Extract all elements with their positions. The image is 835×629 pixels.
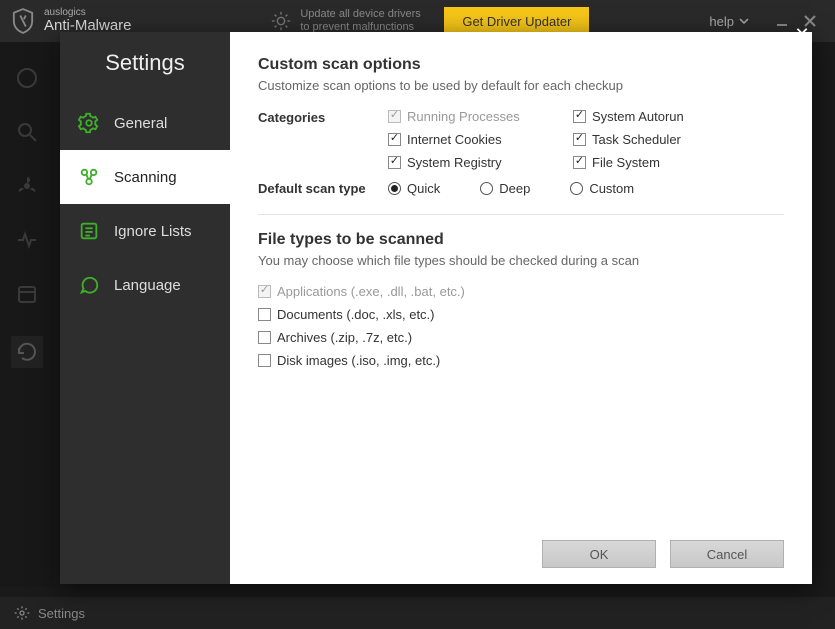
- chk-label: Documents (.doc, .xls, etc.): [277, 307, 435, 322]
- radio-deep[interactable]: Deep: [480, 180, 530, 196]
- filetypes-desc: You may choose which file types should b…: [258, 253, 784, 268]
- nav-label: Scanning: [114, 169, 177, 186]
- chk-label: Task Scheduler: [592, 132, 681, 147]
- nav-general[interactable]: General: [60, 96, 230, 150]
- cancel-button[interactable]: Cancel: [670, 540, 784, 568]
- chk-internet-cookies[interactable]: Internet Cookies: [388, 132, 573, 147]
- chk-label: Running Processes: [407, 109, 520, 124]
- modal-sidebar: Settings General Scanning Ignore Lists L…: [60, 32, 230, 584]
- help-label: help: [709, 14, 734, 29]
- rail-search-icon[interactable]: [15, 120, 39, 144]
- categories-label: Categories: [258, 109, 388, 170]
- ok-button[interactable]: OK: [542, 540, 656, 568]
- update-hint: Update all device drivers to prevent mal…: [270, 8, 430, 34]
- chk-label: Internet Cookies: [407, 132, 502, 147]
- chk-label: Applications (.exe, .dll, .bat, etc.): [277, 284, 465, 299]
- radio-quick[interactable]: Quick: [388, 180, 440, 196]
- statusbar-label: Settings: [38, 606, 85, 621]
- radio-label: Custom: [589, 181, 634, 196]
- help-dropdown[interactable]: help: [709, 14, 749, 29]
- chk-label: File System: [592, 155, 660, 170]
- rail-schedule-icon[interactable]: [15, 282, 39, 306]
- rail-refresh-icon[interactable]: [11, 336, 43, 368]
- nav-ignore-lists[interactable]: Ignore Lists: [60, 204, 230, 258]
- scan-icon: [78, 166, 100, 188]
- sun-icon: [270, 10, 292, 32]
- chevron-down-icon: [739, 18, 749, 24]
- custom-scan-desc: Customize scan options to be used by def…: [258, 78, 784, 93]
- list-icon: [78, 220, 100, 242]
- chk-system-registry[interactable]: System Registry: [388, 155, 573, 170]
- settings-modal: ✕ Settings General Scanning Ignore Lists…: [60, 32, 812, 584]
- rail-status-icon[interactable]: [15, 66, 39, 90]
- filetypes-title: File types to be scanned: [258, 231, 784, 249]
- gear-icon: [14, 605, 30, 621]
- modal-content: Custom scan options Customize scan optio…: [230, 32, 812, 584]
- chk-system-autorun[interactable]: System Autorun: [573, 109, 733, 124]
- main-window: auslogics Anti-Malware Update all device…: [0, 0, 835, 629]
- update-hint-text: Update all device drivers to prevent mal…: [300, 8, 430, 34]
- modal-title: Settings: [60, 32, 230, 96]
- custom-scan-title: Custom scan options: [258, 56, 784, 74]
- chk-label: Disk images (.iso, .img, etc.): [277, 353, 440, 368]
- chk-filetype-documents[interactable]: Documents (.doc, .xls, etc.): [258, 307, 784, 322]
- chk-label: System Autorun: [592, 109, 684, 124]
- left-rail: [0, 42, 54, 587]
- scan-type-label: Default scan type: [258, 180, 388, 196]
- gear-icon: [78, 112, 100, 134]
- chk-running-processes: Running Processes: [388, 109, 573, 124]
- modal-footer: OK Cancel: [542, 540, 784, 568]
- chk-task-scheduler[interactable]: Task Scheduler: [573, 132, 733, 147]
- radio-custom[interactable]: Custom: [570, 180, 634, 196]
- nav-label: General: [114, 115, 167, 132]
- separator: [258, 214, 784, 215]
- app-logo-icon: [12, 8, 34, 34]
- statusbar: Settings: [0, 597, 835, 629]
- chk-filetype-disk-images[interactable]: Disk images (.iso, .img, etc.): [258, 353, 784, 368]
- radio-label: Deep: [499, 181, 530, 196]
- nav-language[interactable]: Language: [60, 258, 230, 312]
- speech-icon: [78, 274, 100, 296]
- rail-hazard-icon[interactable]: [15, 174, 39, 198]
- chk-label: Archives (.zip, .7z, etc.): [277, 330, 412, 345]
- radio-label: Quick: [407, 181, 440, 196]
- chk-filetype-applications: Applications (.exe, .dll, .bat, etc.): [258, 284, 784, 299]
- rail-activity-icon[interactable]: [15, 228, 39, 252]
- chk-file-system[interactable]: File System: [573, 155, 733, 170]
- nav-scanning[interactable]: Scanning: [60, 150, 230, 204]
- nav-label: Ignore Lists: [114, 223, 192, 240]
- chk-label: System Registry: [407, 155, 502, 170]
- nav-label: Language: [114, 277, 181, 294]
- chk-filetype-archives[interactable]: Archives (.zip, .7z, etc.): [258, 330, 784, 345]
